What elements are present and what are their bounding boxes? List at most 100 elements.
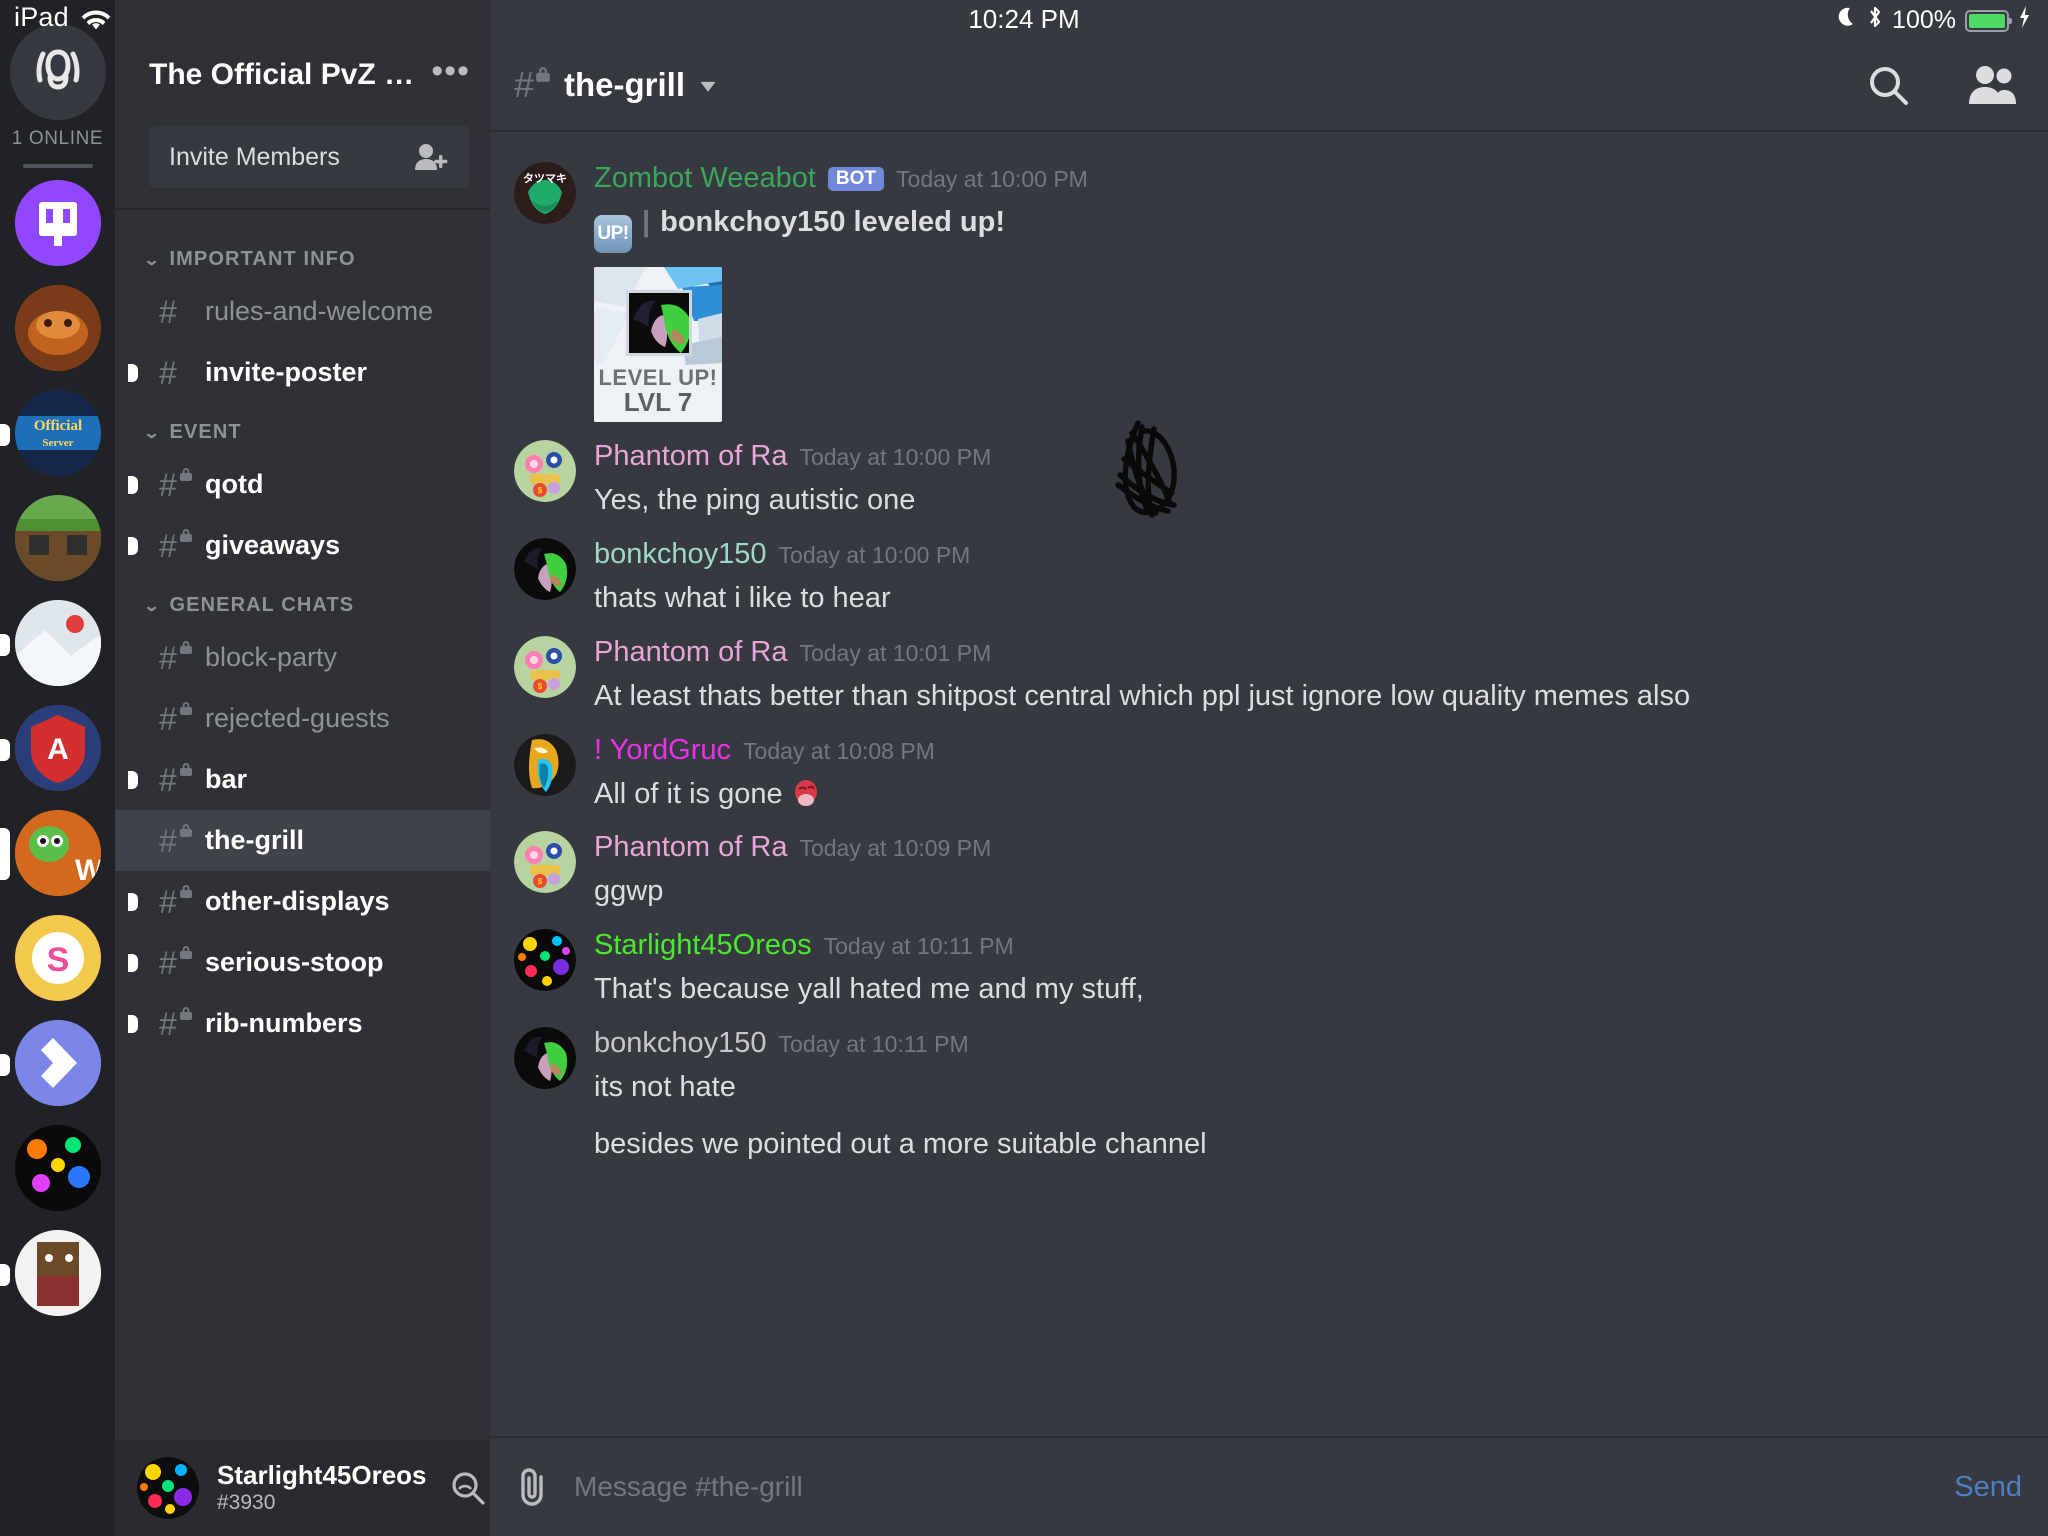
lock-icon xyxy=(179,762,193,776)
server-icon-minecraft-server[interactable] xyxy=(14,495,101,581)
message-text-content: All of it is gone xyxy=(594,777,783,810)
unread-indicator xyxy=(128,363,138,382)
message-body: Starlight45Oreos Today at 10:11 PM That's … xyxy=(594,929,2018,1009)
category-header-event[interactable]: ⌄ EVENT xyxy=(115,403,490,454)
message-row[interactable]: タツマキ Zombot Weeabot BOT Today at 10:00 PM UP… xyxy=(490,150,2048,428)
more-options-icon[interactable]: ••• xyxy=(431,54,470,89)
channel-item-serious-stoop[interactable]: # serious-stoop xyxy=(115,932,490,993)
message-header: bonkchoy150 Today at 10:11 PM xyxy=(594,1027,2018,1060)
channel-item-rules-and-welcome[interactable]: # rules-and-welcome xyxy=(115,281,490,342)
message-row[interactable]: $ Phantom of Ra Today at 10:00 PM Yes, the … xyxy=(490,428,2048,526)
avatar[interactable] xyxy=(514,733,576,796)
svg-text:$: $ xyxy=(538,877,543,886)
channel-header: # the-grill ▾ xyxy=(490,40,2048,132)
message-text: ggwp xyxy=(594,872,2018,911)
channel-item-giveaways[interactable]: # giveaways xyxy=(115,515,490,576)
server-icon-brown-server[interactable] xyxy=(14,285,101,371)
channel-item-bar[interactable]: # bar xyxy=(115,749,490,810)
channel-item-rib-numbers[interactable]: # rib-numbers xyxy=(115,993,490,1054)
channel-list[interactable]: ⌄ IMPORTANT INFO # rules-and-welcome # invite… xyxy=(115,210,490,1440)
message-text-content: bonkchoy150 leveled up! xyxy=(660,206,1006,238)
message-body: bonkchoy150 Today at 10:00 PM thats what i… xyxy=(594,538,2018,618)
send-button[interactable]: Send xyxy=(1954,1471,2022,1504)
members-icon[interactable] xyxy=(1966,63,2018,107)
level-up-image-attachment[interactable]: LEVEL UP! LVL 7 xyxy=(594,267,722,422)
message-timestamp: Today at 10:09 PM xyxy=(799,835,992,862)
message-list[interactable]: タツマキ Zombot Weeabot BOT Today at 10:00 PM UP… xyxy=(490,132,2048,1436)
message-input[interactable]: Message #the-grill xyxy=(574,1471,1932,1503)
chevron-down-icon: ⌄ xyxy=(142,597,162,615)
channel-item-the-grill[interactable]: # the-grill xyxy=(115,810,490,871)
svg-text:Server: Server xyxy=(42,437,73,449)
server-unread-indicator xyxy=(0,424,10,446)
hash-icon: # xyxy=(159,293,177,330)
message-author[interactable]: ! YordGruc xyxy=(594,734,731,767)
message-author[interactable]: Phantom of Ra xyxy=(594,636,787,669)
message-row[interactable]: $ Phantom of Ra Today at 10:09 PM ggwp xyxy=(490,819,2048,917)
hash-icon: # xyxy=(159,354,177,391)
message-row[interactable]: Starlight45Oreos Today at 10:11 PM That's … xyxy=(490,917,2048,1015)
avatar[interactable]: $ xyxy=(514,635,576,698)
search-icon[interactable] xyxy=(1864,61,1912,109)
avatar[interactable] xyxy=(514,929,576,992)
channel-item-rejected-guests[interactable]: # rejected-guests xyxy=(115,688,490,749)
discord-home-icon xyxy=(29,46,87,99)
message-author[interactable]: bonkchoy150 xyxy=(594,538,767,571)
user-search-icon[interactable] xyxy=(445,1466,489,1510)
channel-sidebar: The Official PvZ Wiki Di... ••• Invite M… xyxy=(115,0,612,1536)
hash-locked-icon: # xyxy=(514,67,550,103)
channel-item-qotd[interactable]: # qotd xyxy=(115,454,490,515)
server-unread-indicator xyxy=(0,1264,10,1286)
avatar[interactable]: $ xyxy=(514,440,576,502)
channel-name: the-grill xyxy=(205,825,304,855)
message-author[interactable]: Phantom of Ra xyxy=(594,831,787,864)
message-text-content: That's because yall hated me and my stuf… xyxy=(594,973,1144,1006)
message-composer: Message #the-grill Send xyxy=(490,1436,2048,1536)
message-author[interactable]: bonkchoy150 xyxy=(594,1027,767,1060)
channel-name: rib-numbers xyxy=(205,1008,363,1038)
category-header-important-info[interactable]: ⌄ IMPORTANT INFO xyxy=(115,230,490,281)
message-row[interactable]: ! YordGruc Today at 10:08 PM All of it is … xyxy=(490,722,2048,820)
category-header-general-chats[interactable]: ⌄ GENERAL CHATS xyxy=(115,576,490,627)
message-row[interactable]: bonkchoy150 Today at 10:11 PM its not hate… xyxy=(490,1015,2048,1170)
server-icon-twitch-server[interactable] xyxy=(14,180,101,266)
server-icon-red-a-server[interactable]: A xyxy=(14,705,101,791)
server-icon-official-server[interactable]: Official Server xyxy=(14,390,101,476)
invite-members-button[interactable]: Invite Members xyxy=(149,126,470,188)
message-author[interactable]: Starlight45Oreos xyxy=(594,929,812,962)
avatar[interactable]: $ xyxy=(514,831,576,894)
avatar[interactable]: タツマキ xyxy=(514,162,576,224)
home-button[interactable] xyxy=(9,24,106,120)
server-icon-white-server[interactable] xyxy=(14,1230,101,1316)
lock-icon xyxy=(179,467,193,481)
server-rail[interactable]: 1 ONLINE Official Server A W S xyxy=(0,0,115,1536)
avatar[interactable] xyxy=(137,1457,199,1519)
avatar[interactable] xyxy=(514,537,576,600)
server-icon-blue-diamond-server[interactable] xyxy=(14,1020,101,1106)
guild-header[interactable]: The Official PvZ Wiki Di... ••• xyxy=(115,40,490,110)
message-header: ! YordGruc Today at 10:08 PM xyxy=(594,734,2018,767)
svg-text:S: S xyxy=(46,941,69,979)
lock-icon xyxy=(179,884,193,898)
channel-item-invite-poster[interactable]: # invite-poster xyxy=(115,342,490,403)
unread-indicator xyxy=(128,892,138,911)
svg-text:W: W xyxy=(75,854,101,887)
server-icon-pvz-wiki-server[interactable]: W xyxy=(14,810,101,896)
message-text: thats what i like to hear xyxy=(594,579,2018,618)
message-row[interactable]: $ Phantom of Ra Today at 10:01 PM At least … xyxy=(490,624,2048,722)
message-row[interactable]: bonkchoy150 Today at 10:00 PM thats what i… xyxy=(490,526,2048,624)
channel-item-block-party[interactable]: # block-party xyxy=(115,627,490,688)
attachment-clip-icon[interactable] xyxy=(512,1465,552,1509)
avatar[interactable] xyxy=(514,1027,576,1090)
server-icon-pink-s-server[interactable]: S xyxy=(14,915,101,1001)
message-body: Phantom of Ra Today at 10:09 PM ggwp xyxy=(594,831,2018,911)
unread-indicator xyxy=(128,1014,138,1033)
server-icon-snow-server[interactable] xyxy=(14,600,101,686)
chevron-down-icon[interactable]: ▾ xyxy=(700,73,715,98)
message-body: ! YordGruc Today at 10:08 PM All of it is … xyxy=(594,734,2018,814)
hash-icon: # xyxy=(159,529,192,563)
message-author[interactable]: Phantom of Ra xyxy=(594,440,787,473)
message-author[interactable]: Zombot Weeabot xyxy=(594,162,816,195)
server-icon-rainbow-server[interactable] xyxy=(14,1125,101,1211)
channel-item-other-displays[interactable]: # other-displays xyxy=(115,871,490,932)
